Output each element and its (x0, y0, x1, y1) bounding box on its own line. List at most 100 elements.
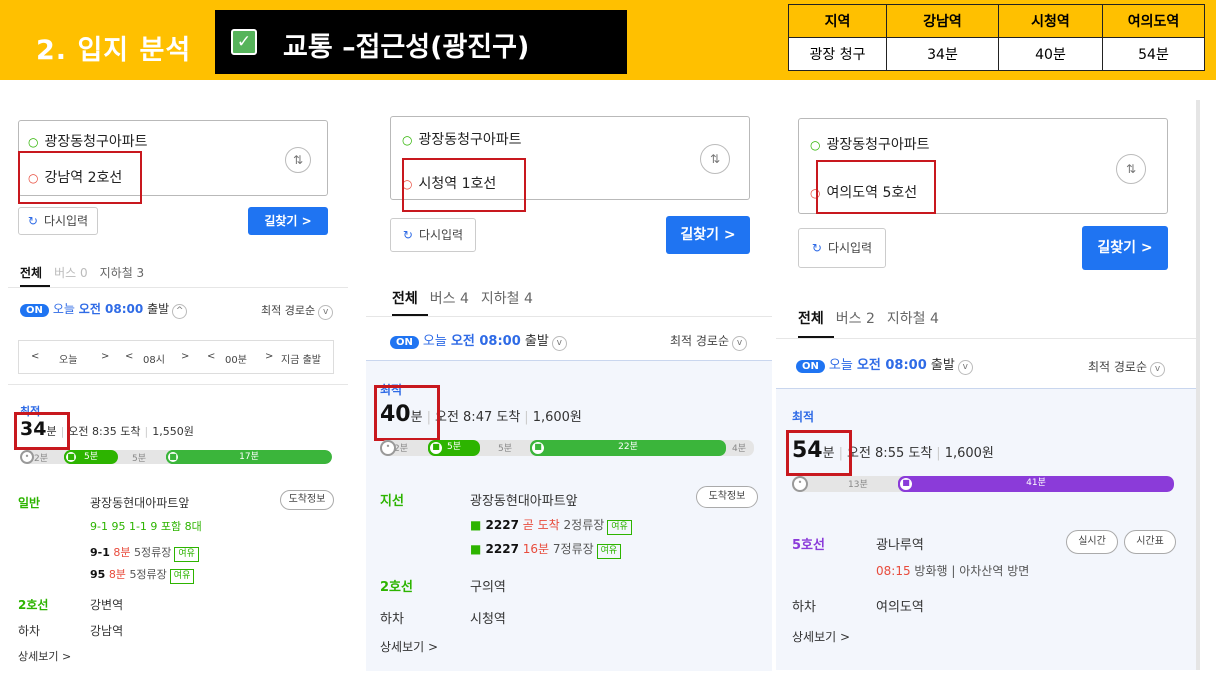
walk-segment: 5분 (132, 454, 147, 464)
reset-label: 다시입력 (418, 228, 464, 242)
departure-time-row[interactable]: ON 오늘 오전 08:00 출발 v (796, 354, 973, 375)
minute-label: 00분 (225, 355, 247, 366)
subway-segment: 22분 (530, 440, 726, 456)
tab-subway[interactable]: 지하철 3 (100, 266, 145, 280)
day-label: 오늘 (422, 334, 447, 349)
arrival-info-button[interactable]: 도착정보 (280, 490, 334, 510)
bus-eta: 16분 (522, 542, 550, 556)
chevron-down-icon[interactable]: v (551, 336, 567, 351)
step-bus: 일반 (18, 494, 40, 511)
walk-icon: • (792, 476, 808, 492)
tab-all[interactable]: 전체 (392, 291, 418, 307)
origin-field[interactable]: ○ 광장동청구아파트 (28, 131, 148, 151)
refresh-icon: ↻ (27, 214, 38, 228)
train-info: 08:15 방화행 | 아차산역 방면 (876, 562, 1029, 579)
tab-bus[interactable]: 버스 4 (430, 291, 469, 307)
next-minute-button[interactable]: > (265, 351, 273, 362)
tab-all[interactable]: 전체 (20, 266, 42, 280)
sort-select[interactable]: 최적 경로순 v (261, 302, 334, 320)
tab-bus[interactable]: 버스 0 (54, 266, 88, 280)
arrival-info-button[interactable]: 도착정보 (696, 486, 758, 508)
prev-day-button[interactable]: < (31, 351, 39, 362)
table-header: 지역 (788, 4, 887, 38)
search-button[interactable]: 길찾기 > (1082, 226, 1168, 270)
swap-icon[interactable]: ⇅ (700, 144, 730, 174)
swap-icon[interactable]: ⇅ (285, 147, 311, 173)
arrival-info-label: 도착정보 (288, 494, 326, 505)
tab-all[interactable]: 전체 (798, 311, 824, 327)
departure-time-row[interactable]: ON 오늘 오전 08:00 출발 ^ (20, 300, 188, 319)
scrollbar[interactable] (1196, 100, 1200, 670)
bus-stops: 5정류장 (134, 546, 172, 559)
subway-segment-label: 41분 (1026, 478, 1046, 488)
bus-number: 2227 (485, 542, 519, 556)
tab-subway[interactable]: 지하철 4 (887, 311, 939, 327)
destination-station: 강남역 (90, 624, 124, 638)
next-hour-button[interactable]: > (181, 351, 189, 362)
route-panel-yeouido: ○ 광장동청구아파트 ○ 여의도역 5호선 ⇅ ↻ 다시입력 길찾기 > 전체 버스 2… (776, 100, 1200, 670)
crowd-tag: 여유 (169, 569, 195, 584)
tab-bus[interactable]: 버스 2 (836, 311, 875, 327)
bus-icon: ■ (64, 450, 78, 464)
bus-eta-row: ■ 2227 16분 7정류장 여유 (470, 540, 622, 559)
divider (776, 338, 1200, 339)
details-link[interactable]: 상세보기 > (18, 648, 71, 664)
next-day-button[interactable]: > (101, 351, 109, 362)
depart-now-button[interactable]: 지금 출발 (281, 351, 321, 366)
walk-icon: • (380, 440, 396, 456)
sort-label: 최적 경로순 (1088, 360, 1148, 374)
subway-line: 5호선 (792, 538, 825, 553)
reset-label: 다시입력 (43, 214, 89, 228)
departure-suffix: 출발 (147, 302, 170, 316)
bus-icon: ■ (428, 440, 444, 456)
bus-icon: ■ (470, 518, 486, 532)
alight-label: 하차 (380, 612, 404, 627)
on-badge: ON (20, 304, 49, 317)
reset-button[interactable]: ↻ 다시입력 (18, 207, 98, 235)
search-button[interactable]: 길찾기 > (666, 216, 750, 254)
fare: 1,600원 (532, 410, 582, 425)
bus-segment-label: 5분 (83, 452, 98, 462)
sort-select[interactable]: 최적 경로순 v (670, 332, 748, 351)
sort-select[interactable]: 최적 경로순 v (1088, 358, 1166, 377)
day-label: 오늘 (52, 302, 75, 316)
departure-time-row[interactable]: ON 오늘 오전 08:00 출발 v (390, 330, 567, 351)
alight-label: 하차 (18, 624, 41, 638)
train-direction: 방화행 | 아차산역 방면 (914, 564, 1030, 578)
bus-stops: 5정류장 (129, 568, 167, 581)
chevron-down-icon[interactable]: v (957, 360, 973, 375)
sort-label: 최적 경로순 (261, 304, 316, 317)
search-label: 길찾기 > (264, 214, 312, 228)
details-link[interactable]: 상세보기 > (380, 638, 438, 655)
step-alight: 하차 (792, 596, 816, 615)
arrival-time: 오전 8:35 도착 (68, 425, 141, 438)
realtime-button[interactable]: 실시간 (1066, 530, 1118, 554)
result-tabs: 전체 버스 2 지하철 4 (798, 308, 951, 328)
arrival-time: 오전 8:55 도착 (846, 446, 933, 461)
details-link[interactable]: 상세보기 > (792, 628, 850, 645)
origin-field[interactable]: ○ 광장동청구아파트 (810, 134, 930, 154)
boarding-stop: 광장동현대아파트앞 (90, 496, 190, 510)
segment-bar: 2분 5분 5분 22분 4분 • ■ ■ (380, 440, 754, 456)
origin-field[interactable]: ○ 광장동청구아파트 (402, 129, 522, 149)
search-button[interactable]: 길찾기 > (248, 207, 328, 235)
reset-button[interactable]: ↻ 다시입력 (390, 218, 476, 252)
prev-minute-button[interactable]: < (207, 351, 215, 362)
table-cell: 34분 (886, 37, 999, 71)
reset-button[interactable]: ↻ 다시입력 (798, 228, 886, 268)
swap-icon[interactable]: ⇅ (1116, 154, 1146, 184)
segment-bar: 2분 5분 5분 17분 • ■ ■ (20, 450, 332, 464)
timetable-button[interactable]: 시간표 (1124, 530, 1176, 554)
origin-label: 광장동청구아파트 (826, 137, 930, 153)
realtime-label: 실시간 (1078, 536, 1106, 547)
origin-dot-icon: ○ (810, 138, 821, 152)
bus-eta: 8분 (108, 568, 126, 581)
prev-hour-button[interactable]: < (125, 351, 133, 362)
departure-time: 오전 08:00 (856, 358, 927, 373)
arrival-time: 오전 8:47 도착 (434, 410, 521, 425)
route-panel-cityhall: ○ 광장동청구아파트 ○ 시청역 1호선 ⇅ ↻ 다시입력 길찾기 > 전체 버스 4지… (366, 98, 772, 674)
chevron-up-icon[interactable]: ^ (172, 304, 188, 319)
best-label: 최적 (792, 410, 815, 424)
tab-subway[interactable]: 지하철 4 (481, 291, 533, 307)
search-label: 길찾기 > (1097, 240, 1153, 256)
